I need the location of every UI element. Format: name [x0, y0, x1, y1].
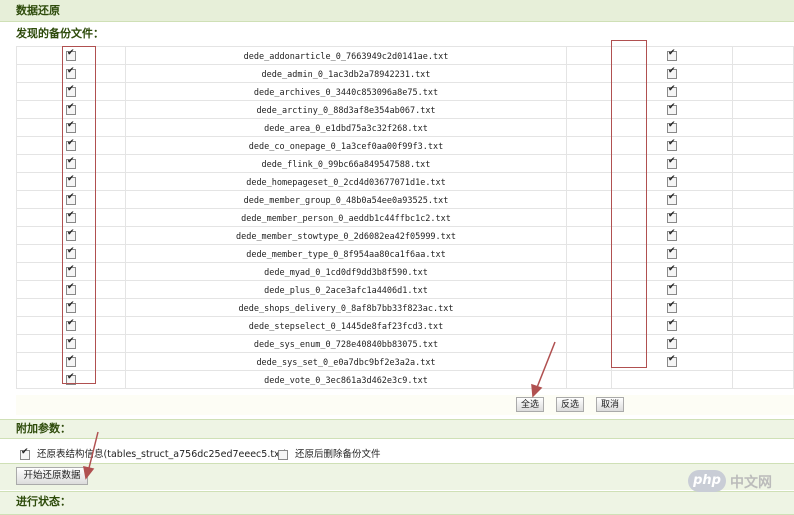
watermark-logo: php [688, 470, 726, 492]
arrow-head-icon [83, 466, 95, 480]
arrow-head-icon [531, 383, 543, 398]
arrow-to-select-all-icon [535, 341, 556, 391]
arrow-to-start-button-icon [87, 431, 99, 473]
watermark-text: 中文网 [730, 475, 772, 491]
annotation-arrows [83, 341, 556, 480]
site-watermark: php 中文网 [688, 470, 788, 494]
